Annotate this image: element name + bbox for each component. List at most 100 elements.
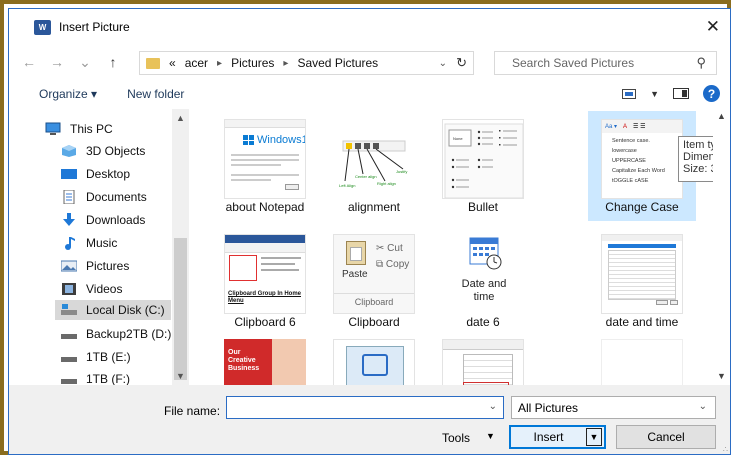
file-tile-creative-business[interactable]: Our Creative Business	[211, 331, 319, 385]
search-icon[interactable]: ⚲	[696, 55, 706, 71]
sidebar-item-this-pc[interactable]: This PC	[45, 119, 175, 139]
search-input[interactable]	[512, 56, 682, 70]
insert-options-dropdown-icon[interactable]: ▼	[586, 428, 602, 446]
organize-button[interactable]: Organize ▾	[39, 87, 97, 101]
sidebar-scrollbar-thumb[interactable]	[174, 238, 187, 380]
insert-button[interactable]: Insert ▼	[509, 425, 606, 449]
documents-icon	[63, 190, 75, 204]
scroll-up-icon[interactable]: ▲	[174, 113, 187, 123]
pictures-icon	[61, 260, 77, 272]
view-dropdown-icon[interactable]: ▼	[650, 89, 659, 99]
breadcrumb-overflow[interactable]: «	[169, 56, 176, 70]
downloads-icon	[63, 213, 75, 226]
dialog-window: W Insert Picture ✕ ← → ⌄ ↑ « acer ▸ Pict…	[8, 8, 731, 455]
tools-menu-button[interactable]: Tools ▼	[442, 431, 495, 445]
title-bar: W Insert Picture ✕	[9, 9, 730, 45]
new-folder-button[interactable]: New folder	[127, 87, 184, 101]
file-tile-date-6[interactable]: Date and time date 6	[429, 226, 537, 336]
file-tile-diagram[interactable]	[320, 331, 428, 385]
sidebar-item-label: Desktop	[86, 167, 131, 181]
scroll-down-icon[interactable]: ▼	[174, 371, 187, 381]
preview-pane-icon[interactable]	[673, 88, 689, 99]
up-arrow-icon[interactable]: ↑	[105, 54, 121, 70]
thumbnail: Aa ▾ A ☰ ☰ Sentence case. lowercase UPPERC…	[601, 119, 683, 199]
breadcrumb[interactable]: « acer ▸ Pictures ▸ Saved Pictures ⌄ ↻	[139, 51, 474, 75]
chevron-down-icon[interactable]: ⌄	[489, 401, 497, 412]
thumb-text: Copy	[385, 259, 410, 270]
navigation-pane: This PC 3D Objects Desktop Documents Dow…	[9, 109, 193, 386]
file-tile-alignment[interactable]: Left Align Center align Right align Just…	[320, 111, 428, 221]
file-grid-scrollbar[interactable]: ▲ ▼	[713, 109, 730, 385]
svg-text:Justify: Justify	[396, 169, 407, 174]
command-bar: Organize ▾ New folder ▼ ?	[9, 79, 730, 109]
close-icon[interactable]: ✕	[706, 17, 720, 37]
thumb-text: UPPERCASE	[612, 158, 646, 164]
sidebar-item-label: Documents	[86, 190, 147, 204]
change-view-icon[interactable]	[622, 88, 637, 99]
scroll-up-icon[interactable]: ▲	[713, 111, 730, 121]
file-tile-clipboard[interactable]: ✂ Cut ⧉ Copy Paste Clipboard Clipboard	[320, 226, 428, 336]
music-icon	[65, 237, 75, 250]
breadcrumb-pictures[interactable]: Pictures	[231, 56, 274, 70]
thumbnail: Our Creative Business	[224, 339, 306, 385]
recent-locations-icon[interactable]: ⌄	[77, 54, 93, 71]
file-tile-menu[interactable]	[429, 331, 537, 385]
file-tile-about-notepad[interactable]: Windows10 about Notepad	[211, 111, 319, 221]
refresh-icon[interactable]: ↻	[456, 55, 467, 71]
thumb-text: lowercase	[612, 148, 637, 154]
search-box: ⚲	[494, 51, 717, 75]
svg-text:None: None	[453, 136, 463, 141]
sidebar-item-label: 1TB (E:)	[86, 350, 131, 364]
file-type-select[interactable]: All Pictures ⌄	[511, 396, 716, 419]
sidebar-item-label: Backup2TB (D:)	[86, 327, 172, 341]
thumbnail: Clipboard Group In Home Menu	[224, 234, 306, 314]
help-icon[interactable]: ?	[703, 85, 720, 102]
computer-icon	[45, 122, 61, 135]
file-label: about Notepad	[225, 200, 305, 214]
thumb-text: Clipboard	[334, 293, 414, 307]
file-tile-date-and-time[interactable]: date and time	[588, 226, 696, 336]
back-arrow-icon[interactable]: ←	[21, 54, 37, 70]
drive-icon	[61, 334, 77, 339]
thumb-text: Our Creative Business	[228, 349, 260, 372]
view-controls: ▼ ?	[622, 85, 720, 102]
thumbnail: Date and time	[442, 234, 524, 314]
resize-grip-icon[interactable]: ∴	[723, 445, 728, 454]
thumbnail	[333, 339, 415, 385]
file-tile-blank[interactable]	[588, 331, 696, 385]
thumbnail: ✂ Cut ⧉ Copy Paste Clipboard	[333, 234, 415, 314]
page-frame: W Insert Picture ✕ ← → ⌄ ↑ « acer ▸ Pict…	[0, 0, 731, 455]
sidebar-item-label: Downloads	[86, 213, 146, 227]
chevron-right-icon: ▸	[217, 57, 223, 69]
file-tile-bullet[interactable]: None Bullet	[429, 111, 537, 221]
file-label: Clipboard	[348, 315, 400, 329]
windows10-logo-text: Windows10	[257, 134, 305, 146]
breadcrumb-acer[interactable]: acer	[185, 56, 208, 70]
file-name-input[interactable]	[231, 397, 481, 417]
sidebar-item-label: 1TB (F:)	[86, 372, 130, 386]
sidebar-item-label: This PC	[70, 122, 113, 136]
cancel-button[interactable]: Cancel	[616, 425, 716, 449]
file-label: date and time	[605, 315, 679, 329]
sidebar-item-local-disk-c[interactable]: Local Disk (C:)	[55, 300, 171, 320]
thumb-text: tOGGLE cASE	[612, 178, 649, 184]
thumb-text: Paste	[342, 269, 368, 280]
file-tile-clipboard-6[interactable]: Clipboard Group In Home Menu Clipboard 6	[211, 226, 319, 336]
folder-icon	[146, 57, 160, 69]
thumbnail	[442, 339, 524, 385]
file-type-value: All Pictures	[518, 400, 579, 415]
sidebar-item-label: 3D Objects	[86, 144, 146, 158]
chevron-down-icon[interactable]: ⌄	[439, 58, 447, 69]
thumbnail: None	[442, 119, 524, 199]
scroll-down-icon[interactable]: ▼	[713, 371, 730, 381]
footer-panel: File name: ⌄ All Pictures ⌄ Tools ▼ Inse…	[9, 385, 730, 454]
drive-icon	[61, 304, 77, 315]
thumbnail: Windows10	[224, 119, 306, 199]
drive-icon	[61, 357, 77, 362]
forward-arrow-icon[interactable]: →	[49, 54, 65, 70]
breadcrumb-saved-pictures[interactable]: Saved Pictures	[297, 56, 378, 70]
chevron-down-icon: ⌄	[698, 401, 707, 412]
drive-icon	[61, 379, 77, 384]
dialog-title: Insert Picture	[59, 20, 130, 34]
thumbnail: Left Align Center align Right align Just…	[333, 119, 415, 199]
